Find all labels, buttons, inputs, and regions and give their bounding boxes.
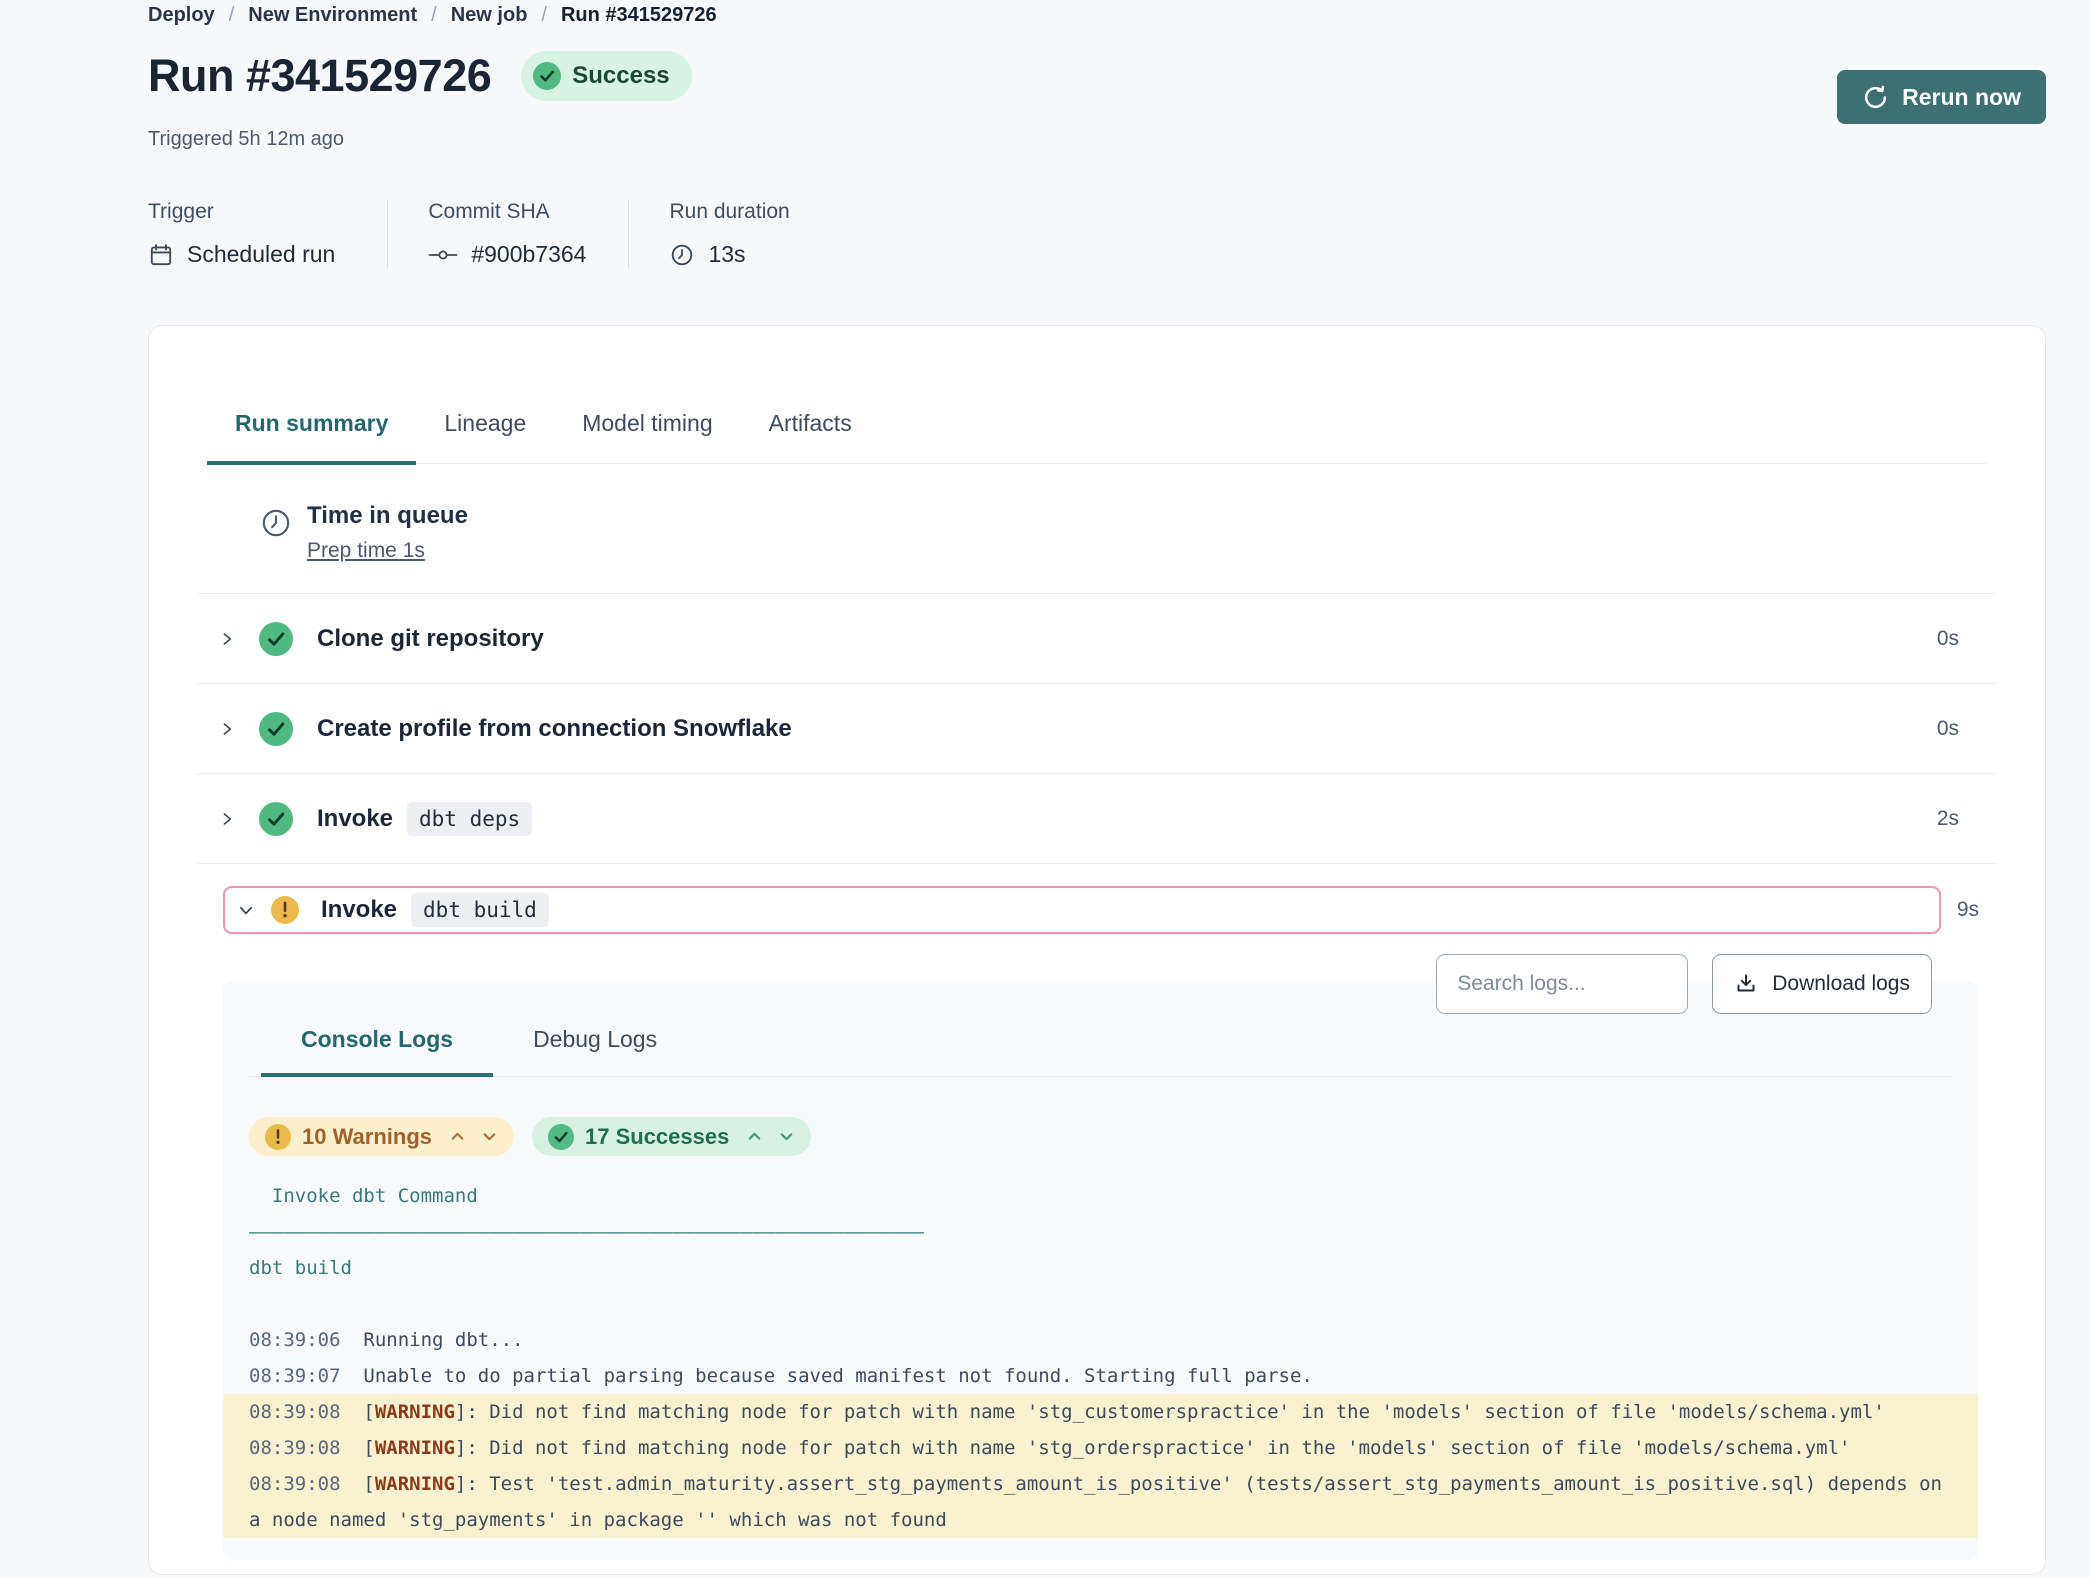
warnings-badge-label: 10 Warnings [302,1124,432,1150]
breadcrumb-separator: / [229,4,235,27]
step-row-dbt-deps[interactable]: Invoke dbt deps 2s [197,774,1997,864]
meta-commit-label: Commit SHA [428,200,586,224]
commit-icon [428,247,458,263]
tab-lineage[interactable]: Lineage [416,390,554,463]
step-duration: 0s [1937,627,1959,651]
step-label: Invoke [321,896,397,924]
breadcrumb-new-job[interactable]: New job [451,4,528,27]
chevron-right-icon[interactable] [219,809,235,829]
tab-run-summary[interactable]: Run summary [207,390,416,465]
step-duration: 0s [1937,717,1959,741]
meta-duration: Run duration 13s [628,200,831,268]
chevron-right-icon[interactable] [219,719,235,739]
search-logs-input[interactable] [1436,954,1688,1014]
page-title: Run #341529726 [148,50,491,102]
step-row-dbt-build: Invoke dbt build 9s [197,864,1997,934]
log-tabs: Console Logs Debug Logs [261,1026,1952,1076]
run-summary-card: Run summary Lineage Model timing Artifac… [148,325,2046,1575]
calendar-icon [148,242,174,268]
warning-icon [265,1124,291,1150]
breadcrumb-current-run: Run #341529726 [561,4,717,27]
console-logs-panel: Console Logs Debug Logs Download logs 10… [223,980,1978,1560]
tab-debug-logs[interactable]: Debug Logs [493,1026,697,1077]
log-line-warning: 08:39:08 [WARNING]: Did not find matchin… [223,1430,1978,1466]
download-icon [1734,972,1758,996]
meta-trigger: Trigger Scheduled run [148,200,387,268]
success-check-icon [259,622,293,656]
status-badge-label: Success [572,62,669,90]
breadcrumb-new-environment[interactable]: New Environment [248,4,417,27]
refresh-icon [1862,84,1889,111]
download-logs-button[interactable]: Download logs [1712,954,1932,1014]
successes-badge-label: 17 Successes [585,1124,729,1150]
meta-commit: Commit SHA #900b7364 [387,200,628,268]
log-output: Invoke dbt Command —————————————————————… [223,1178,1978,1578]
step-label: Invoke [317,805,393,833]
meta-trigger-label: Trigger [148,200,335,224]
meta-commit-value: #900b7364 [471,241,586,268]
log-filter-badges: 10 Warnings 17 Successes [249,1117,1978,1156]
successes-badge[interactable]: 17 Successes [532,1117,811,1156]
breadcrumb-separator: / [541,4,547,27]
title-row: Run #341529726 Success [148,50,692,102]
meta-duration-label: Run duration [669,200,789,224]
chevron-down-icon[interactable] [481,1128,498,1145]
success-check-icon [548,1124,574,1150]
chevron-down-icon[interactable] [237,901,255,919]
log-separator-line: ————————————————————————————————————————… [223,1214,1978,1250]
step-duration: 2s [1937,807,1959,831]
tab-model-timing[interactable]: Model timing [554,390,740,463]
clock-icon [669,242,695,268]
step-label: Create profile from connection Snowflake [317,715,792,743]
warning-icon [271,896,299,924]
chevron-up-icon[interactable] [746,1128,763,1145]
queue-title: Time in queue [307,502,468,530]
success-check-icon [259,802,293,836]
time-in-queue-section: Time in queue Prep time 1s [149,464,2045,593]
warnings-badge[interactable]: 10 Warnings [249,1117,514,1156]
tab-console-logs[interactable]: Console Logs [261,1026,493,1077]
rerun-now-label: Rerun now [1902,84,2021,111]
step-command-chip: dbt build [411,893,549,927]
success-check-icon [533,62,561,90]
breadcrumb: Deploy / New Environment / New job / Run… [148,4,717,27]
success-check-icon [259,712,293,746]
step-command-chip: dbt deps [407,802,532,836]
chevron-up-icon[interactable] [449,1128,466,1145]
log-actions: Download logs [1436,954,1932,1014]
meta-duration-value: 13s [708,241,745,268]
step-row-clone-git[interactable]: Clone git repository 0s [197,594,1997,684]
triggered-text: Triggered 5h 12m ago [148,128,344,151]
download-logs-label: Download logs [1772,972,1910,996]
log-command-line: Invoke dbt Command [223,1178,1978,1214]
step-duration: 9s [1957,898,1979,922]
chevron-down-icon[interactable] [778,1128,795,1145]
run-meta: Trigger Scheduled run Commit SHA #900b73… [148,200,832,268]
status-badge: Success [521,51,691,101]
log-line-warning: 08:39:08 [WARNING]: Did not find matchin… [223,1394,1978,1430]
step-row-create-profile[interactable]: Create profile from connection Snowflake… [197,684,1997,774]
breadcrumb-deploy[interactable]: Deploy [148,4,215,27]
chevron-right-icon[interactable] [219,629,235,649]
run-tabs: Run summary Lineage Model timing Artifac… [207,390,1987,464]
queue-clock-icon [259,506,293,563]
log-line-warning: 08:39:08 [WARNING]: Test 'test.admin_mat… [223,1466,1978,1538]
log-line: 08:39:07 Unable to do partial parsing be… [223,1358,1978,1394]
log-command-line: dbt build [223,1250,1978,1286]
log-header: Console Logs Debug Logs Download logs [249,980,1952,1077]
step-row-dbt-build-header[interactable]: Invoke dbt build [223,886,1941,934]
meta-trigger-value: Scheduled run [187,241,335,268]
prep-time-link[interactable]: Prep time 1s [307,539,468,563]
rerun-now-button[interactable]: Rerun now [1837,70,2046,124]
tab-artifacts[interactable]: Artifacts [741,390,880,463]
breadcrumb-separator: / [431,4,437,27]
step-label: Clone git repository [317,625,544,653]
log-line: 08:39:06 Running dbt... [223,1322,1978,1358]
log-blank-line [223,1286,1978,1322]
